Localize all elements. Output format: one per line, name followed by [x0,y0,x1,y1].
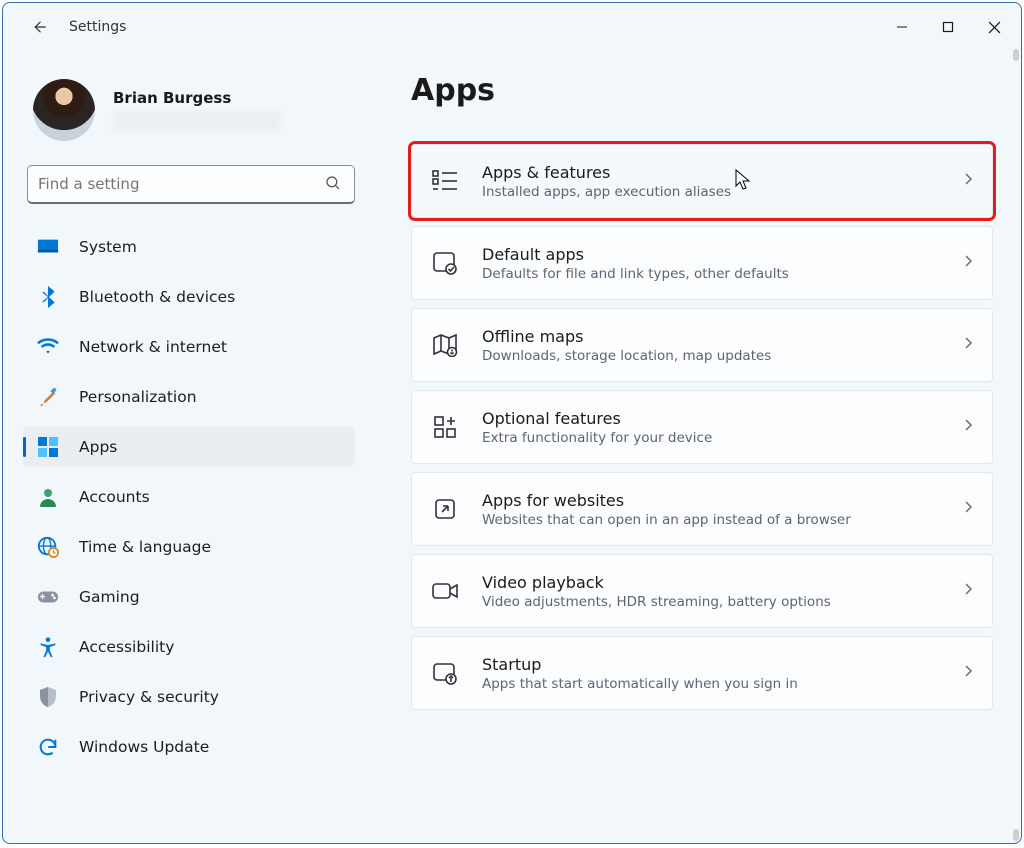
scrollbar-top-thumb[interactable] [1013,49,1019,61]
card-subtitle: Websites that can open in an app instead… [482,512,962,528]
sidebar-item-label: Bluetooth & devices [79,288,235,306]
card-subtitle: Downloads, storage location, map updates [482,348,962,364]
chevron-right-icon [962,417,974,437]
monitor-icon [37,236,59,258]
minimize-button[interactable] [879,11,925,43]
title-bar: Settings [3,3,1021,51]
sidebar-item-gaming[interactable]: Gaming [23,577,355,617]
profile-block[interactable]: Brian Burgess [23,71,363,161]
sidebar-item-personalization[interactable]: Personalization [23,377,355,417]
apps-icon [37,436,59,458]
sidebar-nav: System Bluetooth & devices Network & int… [23,222,363,772]
card-title: Video playback [482,573,962,592]
card-video-playback[interactable]: Video playback Video adjustments, HDR st… [411,554,993,628]
profile-email-redacted [113,111,281,131]
card-apps-features[interactable]: Apps & features Installed apps, app exec… [411,144,993,218]
card-title: Default apps [482,245,962,264]
sync-icon [37,736,59,758]
video-icon [430,576,460,606]
card-default-apps[interactable]: Default apps Defaults for file and link … [411,226,993,300]
chevron-right-icon [962,499,974,519]
cursor-icon [734,168,752,194]
sidebar-item-accessibility[interactable]: Accessibility [23,627,355,667]
open-ext-icon [430,494,460,524]
sidebar-item-label: Windows Update [79,738,209,756]
startup-icon [430,658,460,688]
search-icon [324,174,342,196]
sidebar-item-label: Personalization [79,388,197,406]
avatar [33,79,95,141]
scrollbar-bottom-thumb[interactable] [1013,829,1019,841]
card-title: Apps & features [482,163,944,182]
bluetooth-icon [37,286,59,308]
settings-window: Settings Brian Burgess [2,2,1022,844]
close-button[interactable] [971,11,1017,43]
sidebar-item-windows-update[interactable]: Windows Update [23,727,355,767]
globe-clock-icon [37,536,59,558]
sidebar-item-bluetooth-devices[interactable]: Bluetooth & devices [23,277,355,317]
app-title: Settings [69,19,126,35]
window-controls [879,11,1017,43]
sidebar-item-label: Accessibility [79,638,174,656]
search-input[interactable] [28,175,354,193]
sidebar-item-system[interactable]: System [23,227,355,267]
card-subtitle: Extra functionality for your device [482,430,962,446]
chevron-right-icon [962,335,974,355]
sidebar-item-label: Network & internet [79,338,227,356]
sidebar: Brian Burgess System Bluetooth & devices… [23,51,363,772]
sidebar-item-label: Apps [79,438,117,456]
sidebar-item-label: Accounts [79,488,150,506]
card-subtitle: Defaults for file and link types, other … [482,266,962,282]
person-icon [37,486,59,508]
chevron-right-icon [962,663,974,683]
sidebar-item-label: Time & language [79,538,211,556]
card-title: Optional features [482,409,962,428]
sidebar-item-privacy-security[interactable]: Privacy & security [23,677,355,717]
sidebar-item-label: Gaming [79,588,140,606]
card-subtitle: Installed apps, app execution aliases [482,184,944,200]
sidebar-item-label: System [79,238,137,256]
default-icon [430,248,460,278]
card-title: Apps for websites [482,491,962,510]
card-optional-features[interactable]: Optional features Extra functionality fo… [411,390,993,464]
card-title: Startup [482,655,962,674]
card-offline-maps[interactable]: Offline maps Downloads, storage location… [411,308,993,382]
chevron-right-icon [962,171,974,191]
brush-icon [37,386,59,408]
maximize-button[interactable] [925,11,971,43]
gamepad-icon [37,586,59,608]
map-icon [430,330,460,360]
sidebar-item-accounts[interactable]: Accounts [23,477,355,517]
profile-name: Brian Burgess [113,89,281,107]
card-startup[interactable]: Startup Apps that start automatically wh… [411,636,993,710]
sidebar-item-label: Privacy & security [79,688,219,706]
chevron-right-icon [962,581,974,601]
plus-grid-icon [430,412,460,442]
card-apps-for-websites[interactable]: Apps for websites Websites that can open… [411,472,993,546]
search-box[interactable] [27,165,355,204]
main-content: Apps Apps & features Installed apps, app… [363,51,1021,714]
shield-icon [37,686,59,708]
sidebar-item-apps[interactable]: Apps [23,427,355,467]
accessibility-icon [37,636,59,658]
card-title: Offline maps [482,327,962,346]
list-icon [430,166,460,196]
back-button[interactable] [23,11,55,43]
card-subtitle: Video adjustments, HDR streaming, batter… [482,594,962,610]
card-subtitle: Apps that start automatically when you s… [482,676,962,692]
settings-card-list: Apps & features Installed apps, app exec… [411,144,993,714]
wifi-icon [37,336,59,358]
sidebar-item-network-internet[interactable]: Network & internet [23,327,355,367]
sidebar-item-time-language[interactable]: Time & language [23,527,355,567]
page-title: Apps [411,73,993,108]
chevron-right-icon [962,253,974,273]
